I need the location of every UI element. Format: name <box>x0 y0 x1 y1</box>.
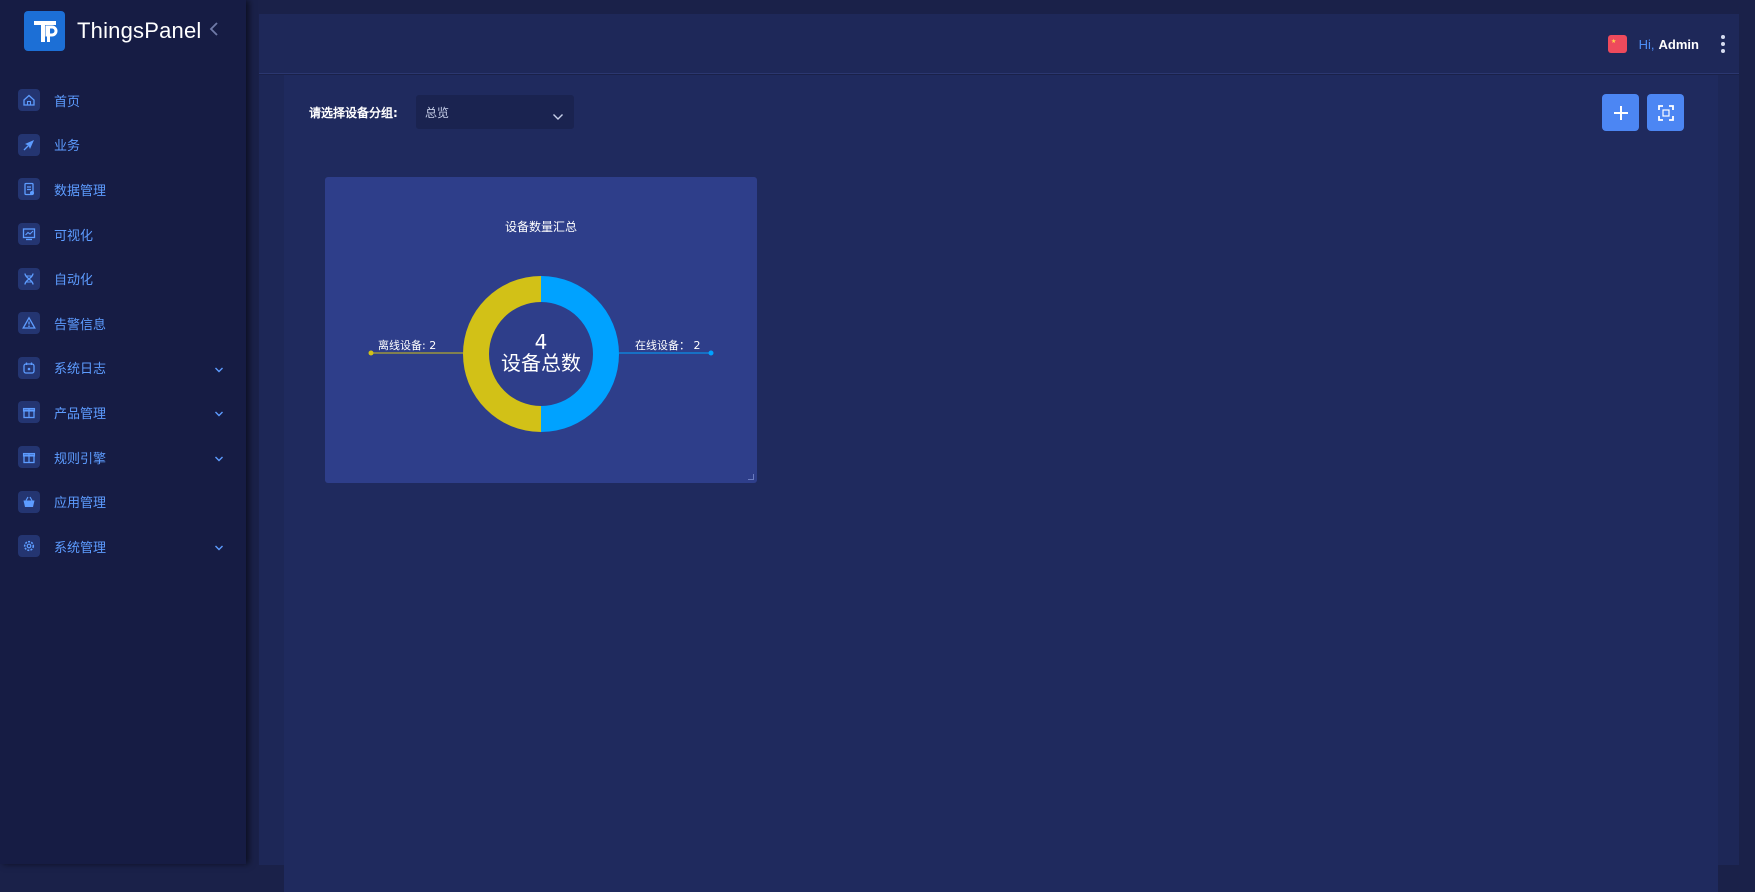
compass-icon <box>18 133 40 156</box>
warning-icon <box>18 312 40 335</box>
add-widget-button[interactable] <box>1602 94 1639 131</box>
document-icon <box>18 178 40 201</box>
chevron-down-icon[interactable] <box>214 403 224 422</box>
sidebar-item-home[interactable]: 首页 <box>0 78 246 123</box>
log-icon <box>18 356 40 379</box>
offline-label-dot <box>368 350 374 356</box>
device-summary-widget[interactable]: 设备数量汇总 离线设备: 2 在线设备： 2 4 设备总数 <box>325 177 757 483</box>
sidebar-item-label: 数据管理 <box>54 183 107 199</box>
plus-icon <box>1613 105 1628 120</box>
home-icon <box>18 89 40 112</box>
sidebar-item-rule-engine[interactable]: 规则引擎 <box>0 435 246 480</box>
sidebar-item-products[interactable]: 产品管理 <box>0 390 246 435</box>
sidebar-item-label: 产品管理 <box>54 406 107 422</box>
sidebar-item-label: 首页 <box>54 94 81 110</box>
sidebar-item-label: 系统日志 <box>54 362 107 378</box>
fullscreen-button[interactable] <box>1647 94 1684 131</box>
logo-row: ThingsPanel <box>24 11 220 51</box>
sidebar-item-system-log[interactable]: 系统日志 <box>0 346 246 391</box>
group-select-value: 总览 <box>425 105 450 120</box>
user-menu: ★ Hi, Admin <box>1607 33 1725 55</box>
device-group-select[interactable]: 总览 <box>416 95 574 129</box>
online-label: 在线设备： 2 <box>635 338 701 352</box>
collapse-sidebar-icon[interactable] <box>208 21 220 42</box>
greeting-text: Hi, <box>1638 36 1655 52</box>
logo-icon <box>24 11 65 51</box>
gift-icon <box>18 446 40 469</box>
sidebar-item-alarms[interactable]: 告警信息 <box>0 301 246 346</box>
top-header: ★ Hi, Admin <box>259 14 1739 74</box>
offline-label: 离线设备: 2 <box>378 338 436 352</box>
sidebar-item-automation[interactable]: 自动化 <box>0 256 246 301</box>
sidebar-item-label: 自动化 <box>54 273 94 289</box>
sidebar-item-label: 规则引擎 <box>54 451 107 467</box>
gear-icon <box>18 535 40 558</box>
sidebar-menu: 首页 业务 数据管理 可视化 自动化 告警信息 系统日志 产品管理 规则引擎 应… <box>0 78 246 569</box>
sidebar-item-label: 业务 <box>54 139 81 155</box>
sidebar-item-data[interactable]: 数据管理 <box>0 167 246 212</box>
sidebar: ThingsPanel 首页 业务 数据管理 可视化 自动化 告警信息 系统日志… <box>0 0 246 864</box>
sidebar-item-label: 系统管理 <box>54 540 107 556</box>
sidebar-item-label: 应用管理 <box>54 496 107 512</box>
more-vertical-icon[interactable] <box>1721 35 1725 53</box>
sidebar-item-business[interactable]: 业务 <box>0 123 246 168</box>
chevron-down-icon <box>552 106 564 125</box>
chevron-down-icon[interactable] <box>214 358 224 377</box>
device-donut-chart: 离线设备: 2 在线设备： 2 4 设备总数 <box>368 276 714 432</box>
basket-icon <box>18 490 40 513</box>
dna-icon <box>18 267 40 290</box>
online-label-dot <box>708 350 714 356</box>
sidebar-item-system-settings[interactable]: 系统管理 <box>0 524 246 569</box>
user-name[interactable]: Admin <box>1659 37 1699 52</box>
group-select-label: 请选择设备分组: <box>309 106 398 120</box>
svg-text:★: ★ <box>1611 38 1616 45</box>
resize-handle[interactable] <box>748 474 754 480</box>
sidebar-item-apps[interactable]: 应用管理 <box>0 479 246 524</box>
gift-icon <box>18 401 40 424</box>
app-name: ThingsPanel <box>77 18 202 43</box>
monitor-chart-icon <box>18 223 40 246</box>
sidebar-item-visualization[interactable]: 可视化 <box>0 212 246 257</box>
app-root: ThingsPanel 首页 业务 数据管理 可视化 自动化 告警信息 系统日志… <box>0 0 1755 892</box>
language-flag-icon[interactable]: ★ <box>1607 35 1627 53</box>
main-content: 请选择设备分组: 总览 设备数量汇总 离线设备: 2 在线设备： 2 4 设备总… <box>284 75 1718 892</box>
fullscreen-icon <box>1657 104 1674 121</box>
sidebar-item-label: 可视化 <box>54 228 94 244</box>
center-total-label: 设备总数 <box>501 351 581 375</box>
sidebar-item-label: 告警信息 <box>54 317 107 333</box>
chevron-down-icon[interactable] <box>214 448 224 467</box>
chevron-down-icon[interactable] <box>214 537 224 556</box>
